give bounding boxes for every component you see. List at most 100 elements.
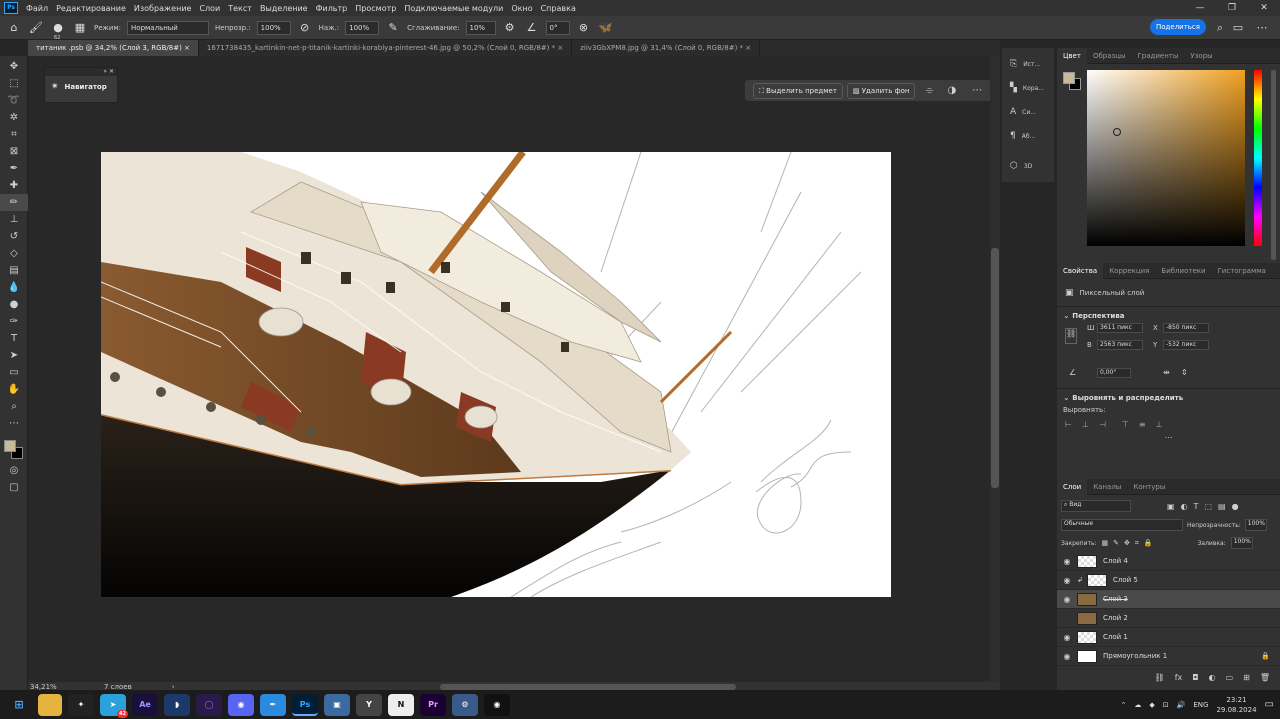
more-options-icon[interactable]: ⋯: [972, 85, 982, 96]
navigator-title[interactable]: Навигатор: [65, 83, 107, 91]
tab-histogram[interactable]: Гистограмма: [1212, 263, 1272, 279]
layer-row[interactable]: ◉ ↲ Слой 5: [1057, 571, 1280, 590]
layer-row[interactable]: ◉ Слой 1: [1057, 628, 1280, 647]
clone-stamp-icon[interactable]: ⊥: [0, 211, 28, 228]
photoshop-taskbar-icon[interactable]: Ps: [292, 693, 318, 716]
3d-panel-button[interactable]: ⬡ 3D: [1002, 154, 1054, 178]
menu-image[interactable]: Изображение: [130, 4, 196, 13]
circle-app-icon[interactable]: ◯: [196, 693, 222, 716]
flow-input[interactable]: 100%: [345, 20, 380, 35]
smoothing-settings-icon[interactable]: ⚙: [502, 20, 518, 36]
pressure-opacity-icon[interactable]: ⊘: [297, 20, 313, 36]
tab-properties[interactable]: Свойства: [1057, 262, 1104, 279]
align-left-icon[interactable]: ⊢: [1065, 420, 1072, 429]
tab-gradients[interactable]: Градиенты: [1132, 48, 1185, 64]
search-icon[interactable]: ⌕: [1212, 20, 1228, 36]
brush-settings-panel-button[interactable]: ▚ Кора...: [1002, 76, 1054, 100]
tab-kartinkin[interactable]: 1671738435_kartinkin-net-p-titanik-karti…: [199, 40, 573, 56]
link-icon[interactable]: ⛓: [1065, 328, 1077, 344]
zoom-tool-icon[interactable]: ⌕: [0, 398, 28, 415]
crop-tool-icon[interactable]: ⌗: [0, 126, 28, 143]
adjustment-layer-icon[interactable]: ◐: [1209, 673, 1216, 682]
close-panel-icon[interactable]: ✕: [109, 68, 114, 75]
fill-input[interactable]: 100%: [1230, 537, 1253, 549]
brush-tool-icon[interactable]: ✏: [0, 194, 28, 211]
new-layer-icon[interactable]: ⊞: [1243, 673, 1250, 682]
y-input[interactable]: -532 пикс: [1163, 340, 1209, 350]
layer-name[interactable]: Слой 2: [1103, 614, 1128, 622]
frame-tool-icon[interactable]: ⊠: [0, 143, 28, 160]
document-canvas[interactable]: [101, 152, 891, 597]
menu-select[interactable]: Выделение: [256, 4, 312, 13]
airbrush-icon[interactable]: ✎: [385, 20, 401, 36]
yandex-icon[interactable]: Y: [356, 693, 382, 716]
tab-layers[interactable]: Слои: [1057, 478, 1088, 495]
share-button[interactable]: Поделиться: [1150, 19, 1206, 35]
menu-file[interactable]: Файл: [22, 4, 52, 13]
tab-color[interactable]: Цвет: [1057, 47, 1087, 64]
menu-window[interactable]: Окно: [507, 4, 536, 13]
visibility-eye-icon[interactable]: ◉: [1057, 576, 1077, 585]
color-picker-field[interactable]: [1087, 70, 1245, 246]
figma-icon[interactable]: ✦: [68, 693, 94, 716]
align-top-icon[interactable]: ⊤: [1122, 420, 1129, 429]
symmetry-icon[interactable]: 🦋: [598, 20, 614, 36]
align-hcenter-icon[interactable]: ⊥: [1082, 420, 1089, 429]
magic-wand-icon[interactable]: ✲: [0, 109, 28, 126]
vertical-scroll-thumb[interactable]: [991, 248, 999, 488]
tab-close-icon[interactable]: ×: [745, 44, 751, 52]
color-panel-scrollbar[interactable]: [1271, 70, 1276, 260]
browser-icon[interactable]: ◗: [164, 693, 190, 716]
color-picker-cursor[interactable]: [1113, 128, 1121, 136]
workspace-icon[interactable]: ▭: [1230, 20, 1246, 36]
volume-icon[interactable]: 🔊: [1177, 701, 1186, 709]
obs-icon[interactable]: ◉: [484, 693, 510, 716]
lock-position-icon[interactable]: ✥: [1124, 539, 1130, 547]
select-subject-button[interactable]: ⛶ Выделить предмет: [753, 82, 843, 99]
layer-row[interactable]: Слой 2: [1057, 609, 1280, 628]
align-right-icon[interactable]: ⊣: [1099, 420, 1106, 429]
menu-type[interactable]: Текст: [224, 4, 256, 13]
layer-row[interactable]: ◉ Прямоугольник 1 🔒: [1057, 647, 1280, 666]
flip-horizontal-icon[interactable]: ⇹: [1163, 368, 1170, 377]
blur-tool-icon[interactable]: 💧: [0, 279, 28, 296]
visibility-eye-icon[interactable]: ◉: [1057, 595, 1077, 604]
filter-adjust-icon[interactable]: ◐: [1181, 502, 1188, 511]
settings-app-icon[interactable]: ⚙: [452, 693, 478, 716]
align-vcenter-icon[interactable]: ≡: [1139, 420, 1146, 429]
tab-adjustments[interactable]: Коррекция: [1103, 263, 1155, 279]
character-panel-button[interactable]: A Си...: [1002, 100, 1054, 124]
more-tools-icon[interactable]: ⋯: [0, 415, 28, 432]
tray-app-icon[interactable]: ◆: [1149, 701, 1154, 709]
eraser-icon[interactable]: ◇: [0, 245, 28, 262]
healing-brush-icon[interactable]: ✚: [0, 177, 28, 194]
filter-smart-icon[interactable]: ▤: [1218, 502, 1226, 511]
tab-patterns[interactable]: Узоры: [1184, 48, 1218, 64]
layer-row[interactable]: ◉ Слой 4: [1057, 552, 1280, 571]
tab-paths[interactable]: Контуры: [1127, 479, 1171, 495]
maximize-icon[interactable]: ❐: [1216, 3, 1248, 13]
tab-channels[interactable]: Каналы: [1087, 479, 1127, 495]
filter-pixel-icon[interactable]: ▣: [1167, 502, 1175, 511]
discord-icon[interactable]: ◉: [228, 693, 254, 716]
menu-plugins[interactable]: Подключаемые модули: [400, 4, 507, 13]
menu-edit[interactable]: Редактирование: [52, 4, 130, 13]
angle-input[interactable]: 0°: [545, 20, 570, 35]
eyedropper-icon[interactable]: ✒: [0, 160, 28, 177]
move-tool-icon[interactable]: ✥: [0, 58, 28, 75]
tab-close-icon[interactable]: ×: [184, 44, 190, 52]
menu-filter[interactable]: Фильтр: [312, 4, 352, 13]
layer-row[interactable]: ◉ Слой 3: [1057, 590, 1280, 609]
photos-icon[interactable]: ▣: [324, 693, 350, 716]
tab-ziiv[interactable]: ziiv3GbXPM8.jpg @ 31,4% (Слой 0, RGB/8#)…: [572, 40, 761, 56]
lock-all-icon[interactable]: 🔒: [1144, 539, 1153, 547]
menu-layers[interactable]: Слои: [195, 4, 224, 13]
history-brush-icon[interactable]: ↺: [0, 228, 28, 245]
layer-name[interactable]: Слой 4: [1103, 557, 1128, 565]
x-input[interactable]: -850 пикс: [1163, 323, 1209, 333]
brush-panel-icon[interactable]: ▦: [72, 20, 88, 36]
lock-artboard-icon[interactable]: ⌗: [1135, 539, 1139, 548]
layer-filter-select[interactable]: ⌕ Вид: [1061, 500, 1131, 512]
windows-start-icon[interactable]: ⊞: [6, 694, 32, 716]
language-indicator[interactable]: ENG: [1193, 701, 1208, 709]
